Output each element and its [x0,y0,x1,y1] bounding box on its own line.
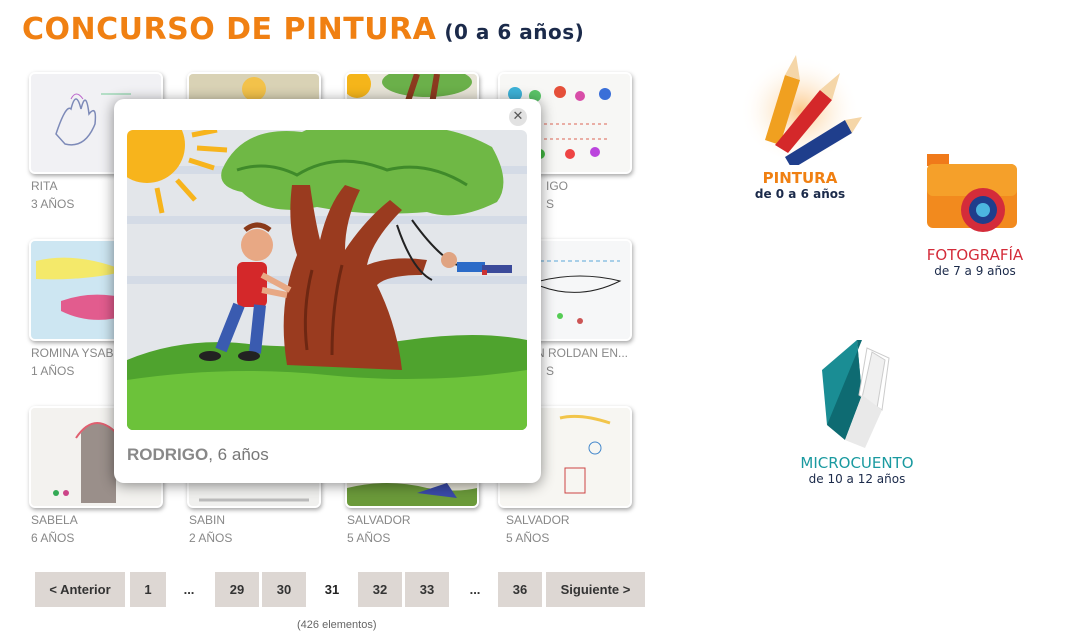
page-button-33[interactable]: 33 [405,572,449,607]
artist-age: S [546,364,555,378]
lightbox-caption: RODRIGO, 6 años [127,445,269,465]
current-page-31: 31 [324,582,340,597]
page-button-30[interactable]: 30 [262,572,306,607]
category-title: FOTOGRAFÍA [926,246,1024,264]
artist-age: S [546,197,555,211]
category-fotografia[interactable]: FOTOGRAFÍA de 7 a 9 años [905,150,1045,278]
image-lightbox: ✕ RODRIGO, 6 años [114,99,541,483]
previous-page-button[interactable]: < Anterior [35,572,125,607]
artist-name: IGO [546,179,569,193]
artist-age: 2 AÑOS [189,531,233,545]
next-page-button[interactable]: Siguiente > [546,572,645,607]
category-microcuento[interactable]: MICROCUENTO de 10 a 12 años [787,340,927,486]
book-icon [822,340,890,448]
category-title: PINTURA [762,169,838,187]
lightbox-artist-name: RODRIGO [127,445,209,464]
category-title: MICROCUENTO [800,454,914,472]
category-age-range: de 0 a 6 años [754,187,846,201]
page-title: CONCURSO DE PINTURA (0 a 6 años) [22,12,584,47]
artist-name: N ROLDAN EN... [536,346,629,360]
lightbox-artist-age: , 6 años [208,445,269,464]
artist-name: SALVADOR [506,513,570,527]
page-subtitle: (0 a 6 años) [444,20,585,44]
artist-name: SALVADOR [347,513,411,527]
artist-name: SABELA [31,513,78,527]
page-button-1[interactable]: 1 [130,572,166,607]
close-icon[interactable]: ✕ [509,108,527,126]
page-button-29[interactable]: 29 [215,572,259,607]
category-age-range: de 7 a 9 años [934,264,1016,278]
page-button-36[interactable]: 36 [498,572,542,607]
pagination-ellipsis: ... [183,582,195,597]
artist-age: 5 AÑOS [506,531,550,545]
page-button-32[interactable]: 32 [358,572,402,607]
page-title-text: CONCURSO DE PINTURA [22,12,437,47]
pencils-icon [740,50,862,169]
category-pintura[interactable]: PINTURA de 0 a 6 años [730,45,870,201]
artist-name: SABIN [189,513,226,527]
item-count: (426 elementos) [297,619,377,631]
artist-age: 6 AÑOS [31,531,75,545]
pagination-ellipsis: ... [469,582,481,597]
artist-age: 5 AÑOS [347,531,391,545]
camera-icon [927,154,1017,232]
category-age-range: de 10 a 12 años [808,472,906,486]
drawing-large-image [127,130,527,430]
